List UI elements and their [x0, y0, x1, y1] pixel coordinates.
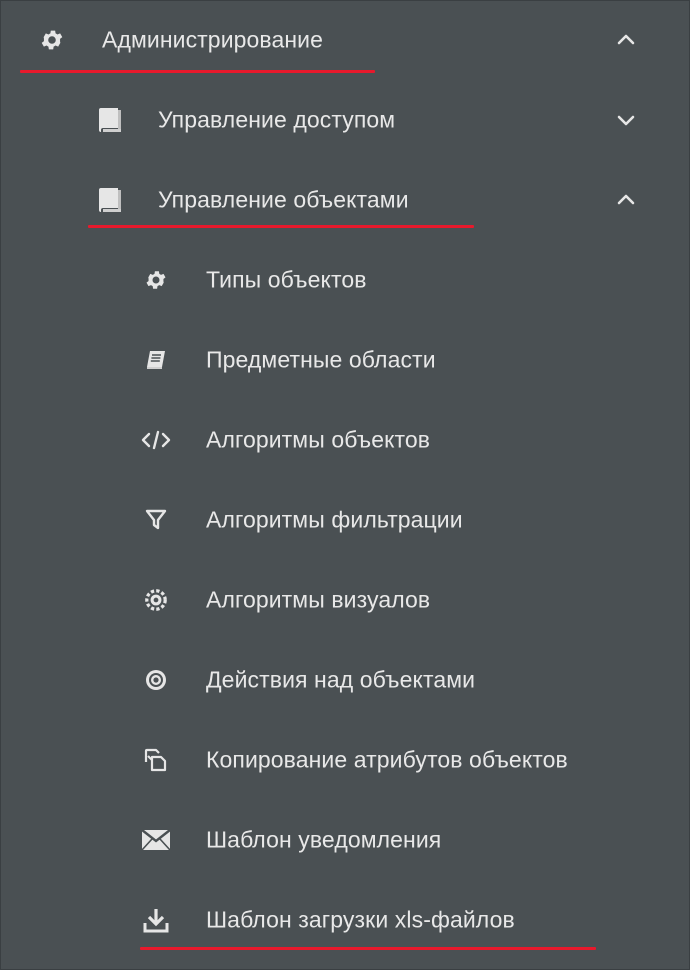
- menu-item-label: Шаблон уведомления: [206, 826, 442, 853]
- menu-item-label: Типы объектов: [206, 266, 367, 293]
- copy-icon: [143, 747, 169, 773]
- menu-item-label: Алгоритмы визуалов: [206, 586, 431, 613]
- menu-item-label: Алгоритмы объектов: [206, 426, 431, 453]
- highlight-underline: [140, 947, 596, 950]
- chevron-up-icon[interactable]: [614, 28, 638, 52]
- menu-item-object-management[interactable]: Управление объектами: [0, 170, 690, 230]
- menu-item-visual-algorithms[interactable]: Алгоритмы визуалов: [0, 570, 690, 630]
- book-open-icon: [144, 348, 168, 372]
- menu-item-copy-attributes[interactable]: Копирование атрибутов объектов: [0, 730, 690, 790]
- menu-item-label: Действия над объектами: [206, 666, 476, 693]
- menu-item-object-algorithms[interactable]: Алгоритмы объектов: [0, 410, 690, 470]
- menu-item-label: Предметные области: [206, 346, 436, 373]
- target-icon: [144, 668, 168, 692]
- code-icon: [141, 428, 171, 452]
- highlight-underline: [88, 225, 474, 228]
- menu-item-label: Алгоритмы фильтрации: [206, 506, 463, 533]
- menu-item-access-management[interactable]: Управление доступом: [0, 90, 690, 150]
- highlight-underline: [20, 70, 375, 73]
- menu-item-label: Шаблон загрузки xls-файлов: [206, 906, 515, 933]
- menu-item-object-types[interactable]: Типы объектов: [0, 250, 690, 310]
- menu-item-object-actions[interactable]: Действия над объектами: [0, 650, 690, 710]
- menu-item-label: Управление объектами: [158, 186, 409, 213]
- menu-item-subject-areas[interactable]: Предметные области: [0, 330, 690, 390]
- envelope-icon: [141, 829, 171, 851]
- book-icon: [96, 107, 124, 133]
- menu-item-xls-upload-template[interactable]: Шаблон загрузки xls-файлов: [0, 890, 690, 950]
- cog-spin-icon: [143, 587, 169, 613]
- menu-item-notification-template[interactable]: Шаблон уведомления: [0, 810, 690, 870]
- menu-item-label: Копирование атрибутов объектов: [206, 746, 568, 773]
- menu-item-filter-algorithms[interactable]: Алгоритмы фильтрации: [0, 490, 690, 550]
- filter-icon: [145, 508, 167, 532]
- chevron-down-icon[interactable]: [614, 108, 638, 132]
- download-icon: [143, 907, 169, 933]
- menu-item-label: Администрирование: [102, 26, 324, 53]
- gear-icon: [144, 268, 168, 292]
- menu-item-administration[interactable]: Администрирование: [0, 10, 690, 70]
- gear-icon: [39, 27, 65, 53]
- menu-item-label: Управление доступом: [158, 106, 396, 133]
- chevron-up-icon[interactable]: [614, 188, 638, 212]
- book-icon: [96, 187, 124, 213]
